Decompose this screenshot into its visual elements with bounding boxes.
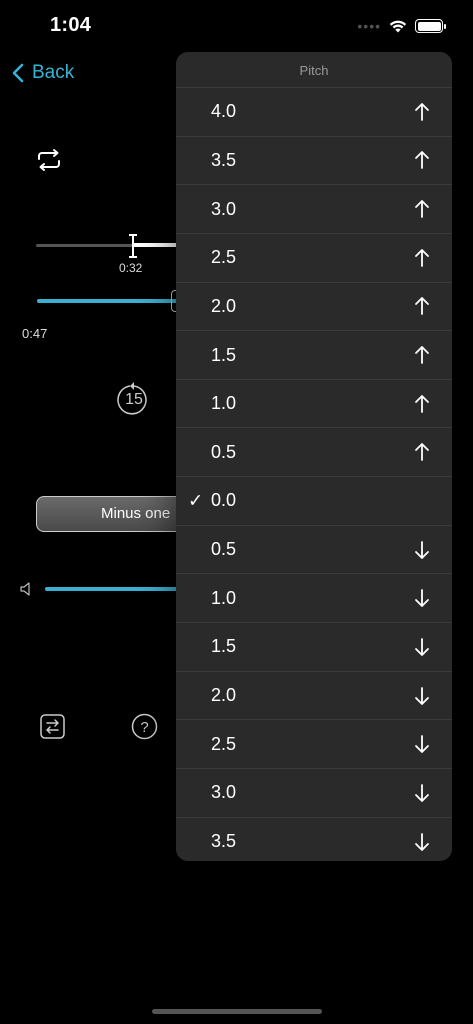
pitch-menu: Pitch 4.0 3.5 3.0 2.5 2.0 1.5 1.0 0.5 ✓ 0.0 0.5 1.0… bbox=[176, 52, 452, 861]
menu-item[interactable]: 1.5 bbox=[176, 623, 452, 672]
menu-item[interactable]: 3.5 bbox=[176, 137, 452, 186]
menu-item-label: 2.0 bbox=[211, 685, 237, 705]
menu-item[interactable]: 1.0 bbox=[176, 380, 452, 429]
arrow-up-icon bbox=[414, 442, 430, 462]
minus-one-button[interactable]: Minus one bbox=[36, 496, 196, 532]
back-button[interactable]: Back bbox=[12, 62, 74, 84]
arrow-up-icon bbox=[414, 345, 430, 365]
arrow-down-icon bbox=[414, 540, 430, 560]
menu-item[interactable]: 3.5 bbox=[176, 818, 452, 861]
menu-items: 4.0 3.5 3.0 2.5 2.0 1.5 1.0 0.5 ✓ 0.0 0.5 1.0 1.5 2.0… bbox=[176, 88, 452, 861]
menu-item-label: 2.5 bbox=[211, 733, 237, 754]
loop-scrubber-fill bbox=[133, 243, 176, 247]
arrow-down-icon bbox=[414, 783, 430, 803]
speaker-icon bbox=[20, 582, 30, 596]
scrub-time: 0:32 bbox=[119, 261, 143, 275]
menu-title: Pitch bbox=[176, 52, 452, 88]
menu-item[interactable]: 2.0 bbox=[176, 672, 452, 721]
menu-item-label: 1.0 bbox=[211, 587, 237, 608]
menu-item[interactable]: 2.0 bbox=[176, 283, 452, 332]
menu-item-label: 1.5 bbox=[211, 344, 237, 365]
home-indicator bbox=[152, 1009, 322, 1014]
menu-item[interactable]: 3.0 bbox=[176, 185, 452, 234]
status-icons: •••• bbox=[357, 18, 446, 34]
repeat-icon[interactable] bbox=[36, 148, 62, 172]
help-icon[interactable]: ? bbox=[131, 713, 158, 740]
menu-item[interactable]: 0.5 bbox=[176, 428, 452, 478]
menu-item-label: 0.5 bbox=[211, 441, 237, 462]
menu-item[interactable]: 4.0 bbox=[176, 88, 452, 137]
back-label: Back bbox=[32, 62, 75, 83]
volume-slider[interactable] bbox=[45, 587, 185, 591]
arrow-down-icon bbox=[414, 686, 430, 706]
elapsed-time: 0:47 bbox=[22, 326, 48, 341]
arrow-up-icon bbox=[414, 199, 430, 219]
arrow-up-icon bbox=[414, 102, 430, 122]
arrow-down-icon bbox=[414, 832, 430, 852]
arrow-down-icon bbox=[414, 734, 430, 754]
menu-item-label: 2.0 bbox=[211, 295, 237, 316]
skip-seconds: 15 bbox=[125, 391, 143, 408]
arrow-up-icon bbox=[414, 394, 430, 414]
menu-item[interactable]: 1.0 bbox=[176, 574, 452, 624]
signal-dots-icon: •••• bbox=[357, 18, 381, 34]
checkmark-icon: ✓ bbox=[188, 490, 204, 511]
menu-item-label: 0.5 bbox=[211, 539, 237, 560]
wifi-icon bbox=[389, 20, 407, 33]
menu-item-label: 3.5 bbox=[211, 831, 237, 852]
chevron-left-icon bbox=[12, 63, 24, 83]
arrow-up-icon bbox=[414, 150, 430, 170]
arrow-up-icon bbox=[414, 248, 430, 268]
swap-icon[interactable] bbox=[40, 714, 65, 739]
menu-item-label: 3.5 bbox=[211, 149, 237, 170]
menu-item-label: 3.0 bbox=[211, 198, 237, 219]
scrubber-marker-icon[interactable] bbox=[128, 234, 138, 258]
arrow-up-icon bbox=[414, 296, 430, 316]
menu-item[interactable]: 2.5 bbox=[176, 720, 452, 769]
menu-item[interactable]: ✓ 0.0 bbox=[176, 477, 452, 526]
menu-item-label: 0.0 bbox=[211, 490, 237, 511]
status-time: 1:04 bbox=[50, 14, 92, 36]
menu-item-label: 1.5 bbox=[211, 636, 237, 657]
arrow-down-icon bbox=[414, 637, 430, 657]
skip-back-button[interactable]: 15 bbox=[116, 380, 152, 420]
menu-item-label: 1.0 bbox=[211, 393, 237, 414]
menu-item-label: 2.5 bbox=[211, 247, 237, 268]
arrow-down-icon bbox=[414, 588, 430, 608]
menu-item[interactable]: 1.5 bbox=[176, 331, 452, 380]
svg-text:?: ? bbox=[140, 719, 148, 736]
menu-item[interactable]: 0.5 bbox=[176, 526, 452, 575]
menu-item[interactable]: 3.0 bbox=[176, 769, 452, 818]
battery-icon bbox=[415, 19, 446, 33]
menu-item-label: 4.0 bbox=[211, 101, 237, 122]
menu-item[interactable]: 2.5 bbox=[176, 234, 452, 283]
playback-progress-bar[interactable] bbox=[37, 299, 177, 303]
menu-item-label: 3.0 bbox=[211, 782, 237, 803]
